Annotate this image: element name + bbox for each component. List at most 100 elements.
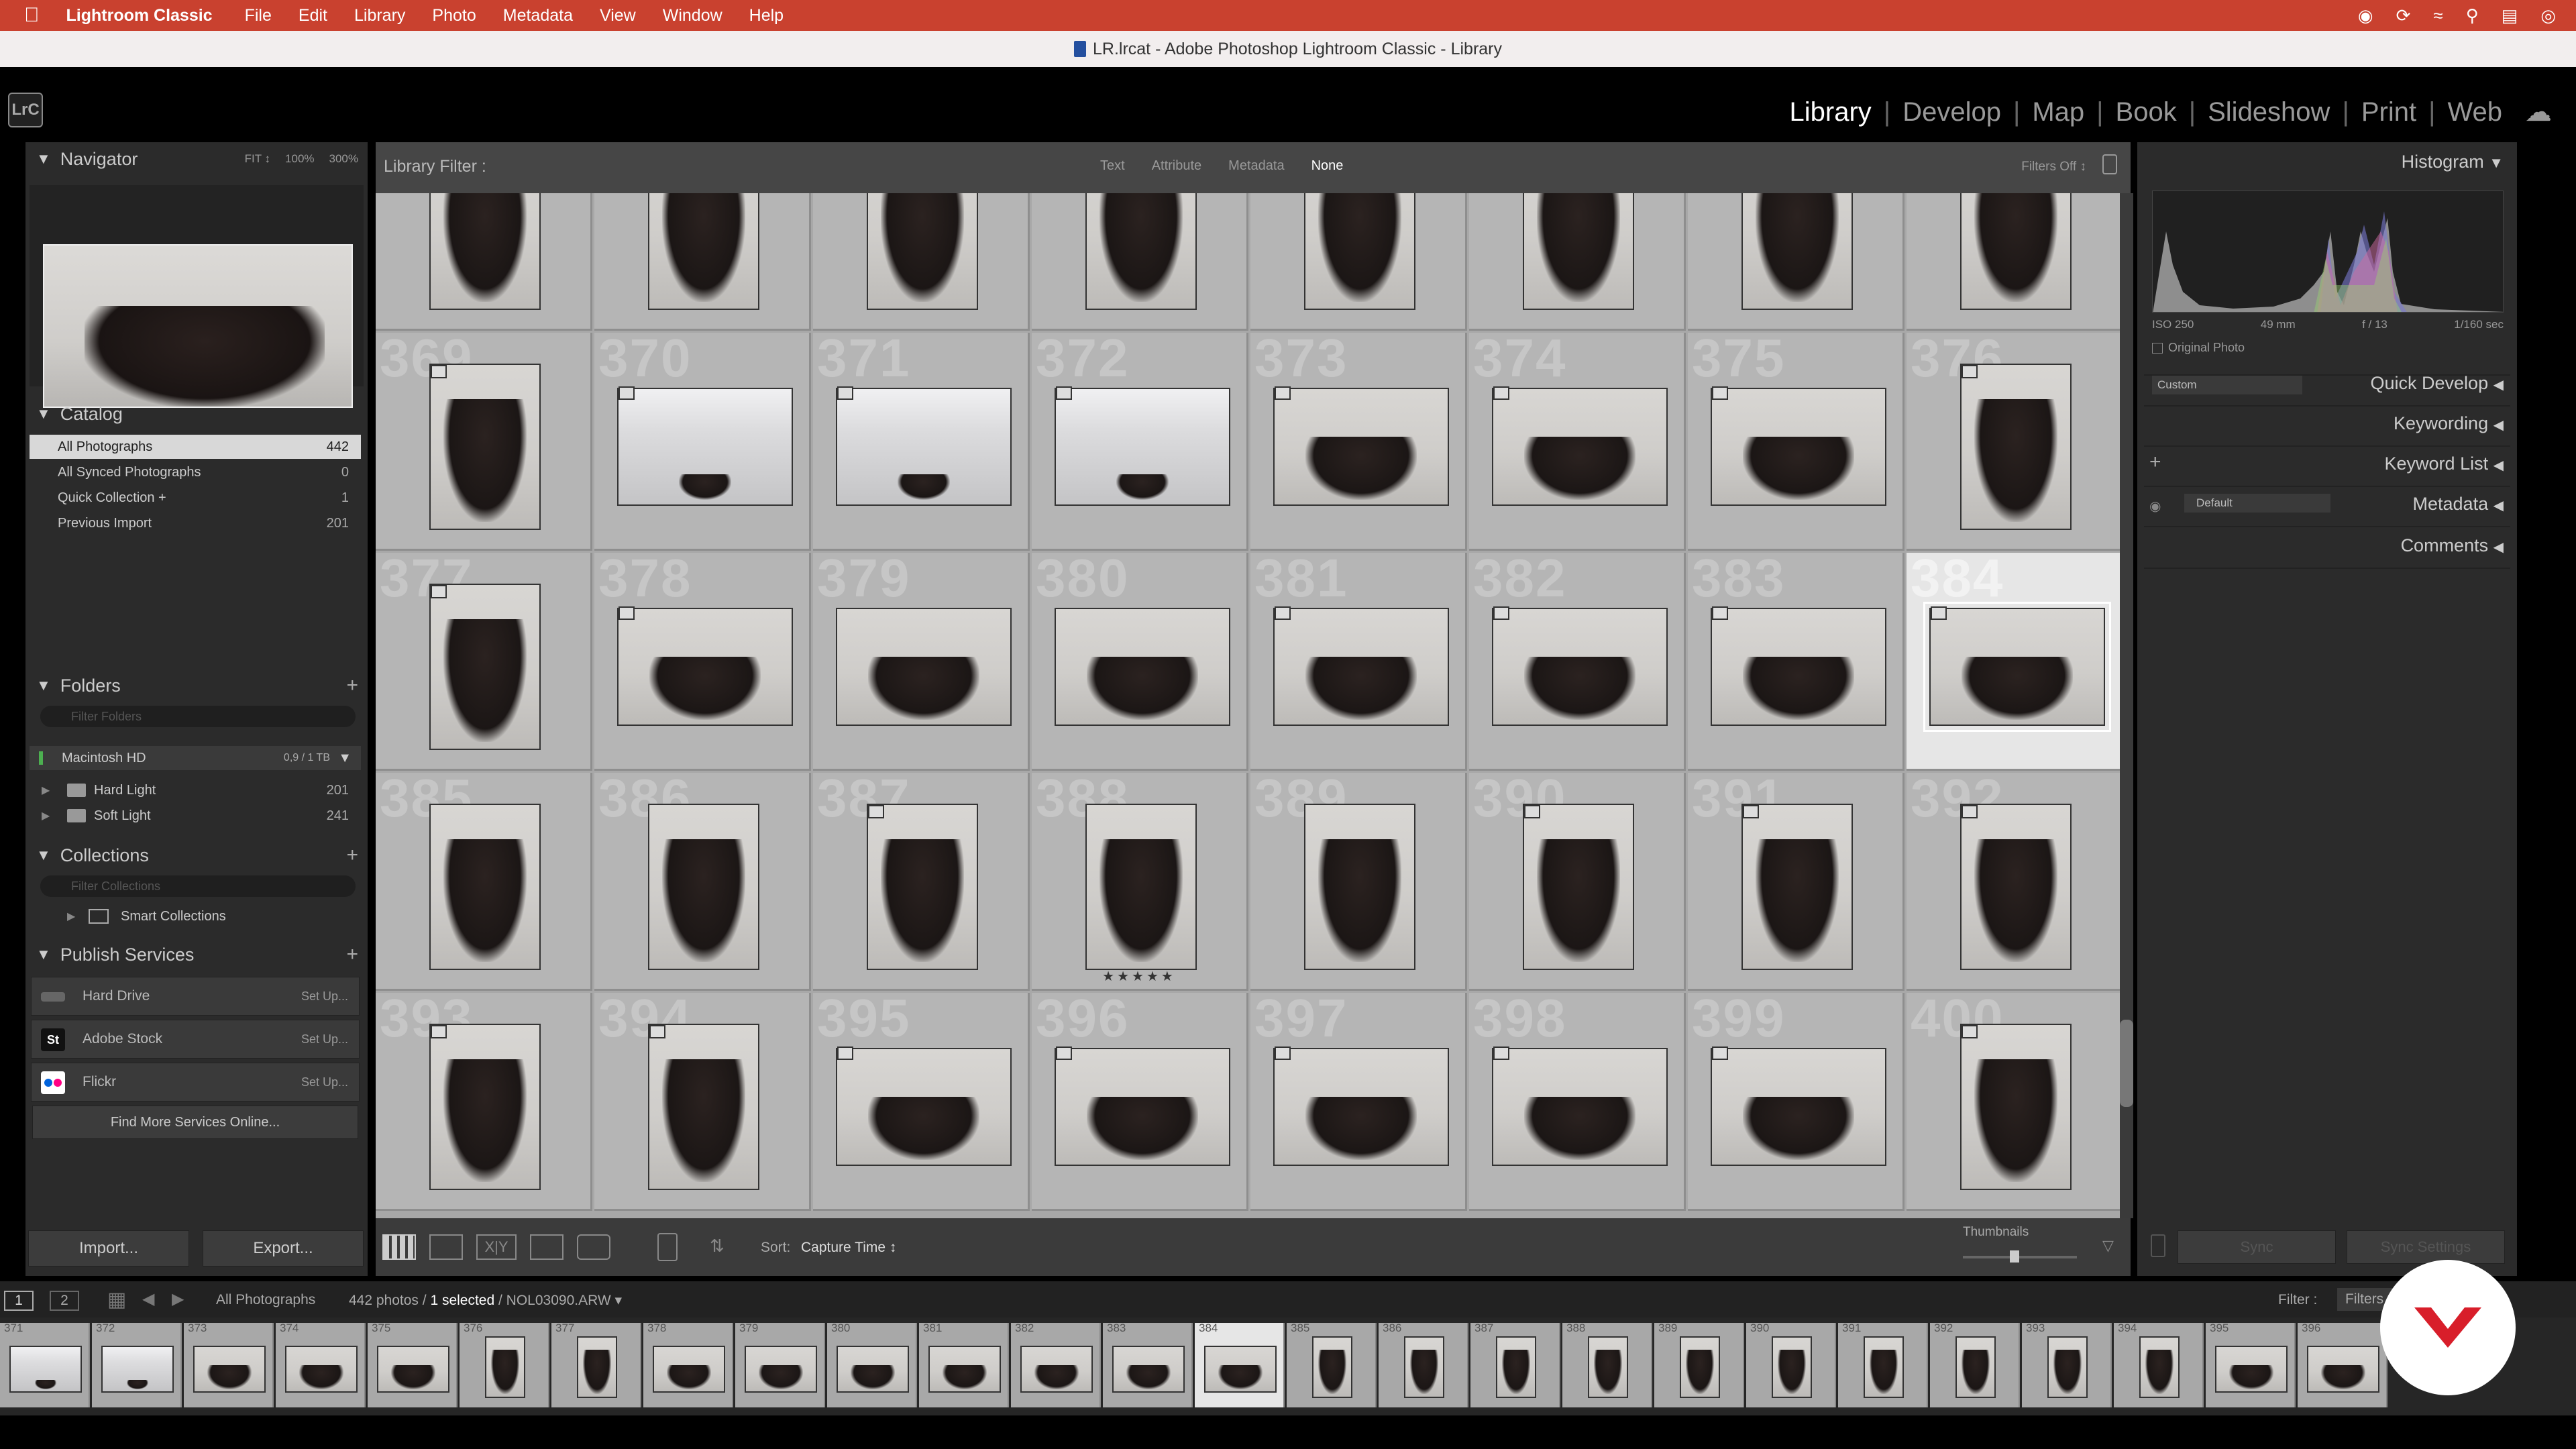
- zoom-fit[interactable]: FIT ↕: [245, 152, 270, 166]
- publish-hard-drive[interactable]: Hard Drive Set Up...: [31, 977, 360, 1016]
- stack-badge-icon[interactable]: [1056, 1046, 1072, 1060]
- filmstrip-frame[interactable]: 381: [919, 1323, 1009, 1407]
- filmstrip-thumbnail[interactable]: [928, 1346, 1001, 1393]
- filmstrip-frame[interactable]: 377: [551, 1323, 641, 1407]
- photo-thumbnail[interactable]: [1741, 193, 1853, 310]
- add-collection-icon[interactable]: +: [346, 844, 358, 867]
- filmstrip-frame[interactable]: 394: [2114, 1323, 2204, 1407]
- survey-view-icon[interactable]: [530, 1234, 564, 1260]
- grid-cell[interactable]: 377: [376, 553, 592, 771]
- folder-soft-light[interactable]: ▶ Soft Light 241: [30, 804, 361, 828]
- catalog-item[interactable]: Quick Collection + 1: [30, 486, 361, 510]
- catalog-item[interactable]: Previous Import 201: [30, 511, 361, 535]
- grid-cell[interactable]: 393: [376, 993, 592, 1211]
- grid-cell[interactable]: [1907, 193, 2120, 331]
- filmstrip-thumbnail[interactable]: [745, 1346, 817, 1393]
- filmstrip-frame[interactable]: 387: [1470, 1323, 1560, 1407]
- grid-cell[interactable]: 388 ★★★★★: [1032, 773, 1248, 991]
- metadata-header[interactable]: Metadata ◀: [2413, 494, 2504, 515]
- grid-cell[interactable]: 387: [813, 773, 1030, 991]
- photo-thumbnail[interactable]: [1523, 804, 1634, 970]
- catalog-header[interactable]: ▼ Catalog: [25, 397, 368, 431]
- selected-file[interactable]: / NOL03090.ARW ▾: [498, 1293, 622, 1308]
- filmstrip-frame[interactable]: 378: [643, 1323, 733, 1407]
- filmstrip-frame[interactable]: 379: [735, 1323, 825, 1407]
- module-book[interactable]: Book: [2104, 97, 2189, 127]
- filmstrip-frame[interactable]: 395: [2206, 1323, 2296, 1407]
- filter-collections-input[interactable]: Filter Collections: [40, 875, 356, 897]
- app-menu[interactable]: Lightroom Classic: [66, 6, 213, 25]
- loupe-view-icon[interactable]: [429, 1234, 463, 1260]
- grid-cell[interactable]: 379: [813, 553, 1030, 771]
- stack-badge-icon[interactable]: [1056, 386, 1072, 400]
- filmstrip-thumbnail[interactable]: [1112, 1346, 1185, 1393]
- grid-cell[interactable]: 392: [1907, 773, 2120, 991]
- publish-adobe-stock[interactable]: St Adobe Stock Set Up...: [31, 1020, 360, 1059]
- filmstrip-thumbnail[interactable]: [1772, 1336, 1812, 1398]
- stack-badge-icon[interactable]: [619, 606, 635, 620]
- stack-badge-icon[interactable]: [431, 585, 447, 598]
- filmstrip-thumbnail[interactable]: [1588, 1336, 1628, 1398]
- stack-badge-icon[interactable]: [1275, 1046, 1291, 1060]
- navigator-preview-image[interactable]: [43, 244, 353, 408]
- grid-cell[interactable]: [1032, 193, 1248, 331]
- filmstrip-thumbnail[interactable]: [285, 1346, 358, 1393]
- filter-folders-input[interactable]: Filter Folders: [40, 706, 356, 727]
- spotlight-icon[interactable]: ⚲: [2466, 5, 2479, 26]
- photo-thumbnail[interactable]: [1273, 608, 1449, 726]
- filmstrip-thumbnail[interactable]: [837, 1346, 909, 1393]
- filmstrip-thumbnail[interactable]: [2307, 1346, 2379, 1393]
- photo-thumbnail[interactable]: [1960, 1024, 2072, 1190]
- photo-thumbnail[interactable]: [1055, 608, 1230, 726]
- apple-icon[interactable]: : [24, 4, 40, 27]
- module-map[interactable]: Map: [2020, 97, 2096, 127]
- filmstrip-frame[interactable]: 388: [1562, 1323, 1652, 1407]
- stack-badge-icon[interactable]: [1962, 805, 1978, 818]
- stack-badge-icon[interactable]: [1743, 805, 1759, 818]
- grid-cell[interactable]: 400: [1907, 993, 2120, 1211]
- painter-icon[interactable]: [657, 1233, 678, 1261]
- grid-cell[interactable]: 373: [1250, 333, 1467, 551]
- photo-thumbnail[interactable]: [1523, 193, 1634, 310]
- lock-icon[interactable]: [2102, 154, 2117, 174]
- filmstrip-thumbnail[interactable]: [653, 1346, 725, 1393]
- photo-thumbnail[interactable]: [1711, 388, 1886, 506]
- grid-cell[interactable]: [1688, 193, 1904, 331]
- photo-thumbnail[interactable]: [1085, 193, 1197, 310]
- thumbnail-size-slider[interactable]: [1963, 1256, 2077, 1258]
- volume-macintosh-hd[interactable]: Macintosh HD 0,9 / 1 TB ▼: [30, 746, 361, 770]
- filmstrip-thumbnail[interactable]: [577, 1336, 617, 1398]
- filter-tab-none[interactable]: None: [1311, 158, 1344, 174]
- filmstrip-frame[interactable]: 386: [1379, 1323, 1468, 1407]
- screen-2-button[interactable]: 2: [50, 1291, 79, 1311]
- filter-presets-dropdown[interactable]: Filters Off ↕: [2021, 160, 2086, 174]
- photo-thumbnail[interactable]: [1711, 608, 1886, 726]
- menu-edit[interactable]: Edit: [299, 6, 327, 25]
- grid-cell[interactable]: 369: [376, 333, 592, 551]
- export-button[interactable]: Export...: [203, 1230, 364, 1267]
- filmstrip-frame[interactable]: 392: [1930, 1323, 2020, 1407]
- filmstrip-thumbnail[interactable]: [377, 1346, 449, 1393]
- filmstrip-frame[interactable]: 382: [1011, 1323, 1101, 1407]
- grid-cell[interactable]: 372: [1032, 333, 1248, 551]
- filmstrip-thumbnail[interactable]: [101, 1346, 174, 1393]
- grid-cell[interactable]: [1250, 193, 1467, 331]
- stack-badge-icon[interactable]: [431, 365, 447, 378]
- filter-tab-attribute[interactable]: Attribute: [1152, 158, 1201, 174]
- filmstrip-thumbnail[interactable]: [1204, 1346, 1277, 1393]
- sync-switch-icon[interactable]: [2151, 1234, 2165, 1257]
- filmstrip-thumbnail[interactable]: [1680, 1336, 1720, 1398]
- sort-direction-icon[interactable]: ⇅: [710, 1236, 724, 1256]
- filmstrip-thumbnail[interactable]: [1020, 1346, 1093, 1393]
- filmstrip-source[interactable]: All Photographs: [216, 1292, 315, 1308]
- photo-thumbnail[interactable]: [1711, 1048, 1886, 1166]
- grid-cell[interactable]: 374: [1469, 333, 1686, 551]
- menu-metadata[interactable]: Metadata: [503, 6, 573, 25]
- back-arrow-icon[interactable]: ◀: [142, 1289, 154, 1309]
- filter-tab-text[interactable]: Text: [1100, 158, 1125, 174]
- grid-cell[interactable]: 399: [1688, 993, 1904, 1211]
- photo-thumbnail[interactable]: [429, 193, 541, 310]
- stack-badge-icon[interactable]: [837, 386, 853, 400]
- photo-thumbnail[interactable]: [1960, 364, 2072, 530]
- catalog-item[interactable]: All Photographs 442: [30, 435, 361, 459]
